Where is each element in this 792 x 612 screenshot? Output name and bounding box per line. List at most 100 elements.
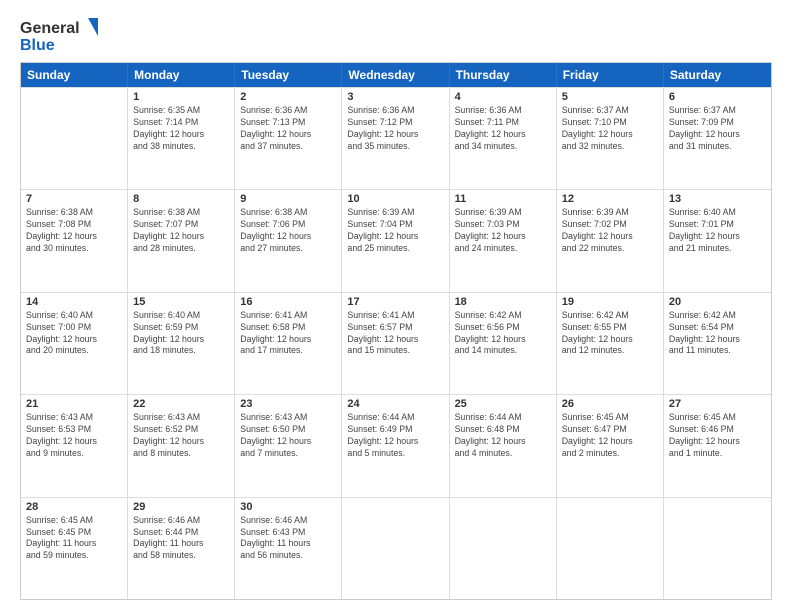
day-number: 19 (562, 296, 658, 308)
day-number: 2 (240, 91, 336, 103)
cell-line: Sunset: 7:09 PM (669, 117, 766, 129)
cell-line: and 4 minutes. (455, 448, 551, 460)
cell-line: Sunrise: 6:43 AM (26, 412, 122, 424)
calendar-cell: 8Sunrise: 6:38 AMSunset: 7:07 PMDaylight… (128, 190, 235, 291)
calendar-cell: 4 Sunrise: 6:36 AMSunset: 7:11 PMDaylight… (450, 88, 557, 189)
day-number: 22 (133, 398, 229, 410)
page: GeneralBlue SundayMondayTuesdayWednesday… (0, 0, 792, 612)
cell-line: Sunset: 7:08 PM (26, 219, 122, 231)
cell-line: Sunrise: 6:40 AM (26, 310, 122, 322)
day-header-tuesday: Tuesday (235, 63, 342, 87)
day-header-wednesday: Wednesday (342, 63, 449, 87)
cell-line: Sunset: 6:44 PM (133, 527, 229, 539)
cell-line: Sunset: 7:06 PM (240, 219, 336, 231)
day-header-thursday: Thursday (450, 63, 557, 87)
cell-line: Daylight: 12 hours (455, 231, 551, 243)
day-number: 25 (455, 398, 551, 410)
calendar-cell: 1Sunrise: 6:35 AMSunset: 7:14 PMDaylight… (128, 88, 235, 189)
cell-line: and 5 minutes. (347, 448, 443, 460)
cell-line: Daylight: 12 hours (455, 436, 551, 448)
cell-line: Sunrise: 6:39 AM (347, 207, 443, 219)
day-number: 1 (133, 91, 229, 103)
cell-line: Sunrise: 6:42 AM (562, 310, 658, 322)
cell-line: Sunset: 7:03 PM (455, 219, 551, 231)
cell-line: and 28 minutes. (133, 243, 229, 255)
cell-line: Daylight: 12 hours (562, 129, 658, 141)
cell-line: Daylight: 12 hours (455, 129, 551, 141)
cell-line: and 8 minutes. (133, 448, 229, 460)
cell-line: Sunrise: 6:45 AM (562, 412, 658, 424)
day-number: 17 (347, 296, 443, 308)
calendar-cell: 23Sunrise: 6:43 AMSunset: 6:50 PMDayligh… (235, 395, 342, 496)
cell-line: and 12 minutes. (562, 345, 658, 357)
cell-line: Sunrise: 6:45 AM (669, 412, 766, 424)
cell-line: Daylight: 12 hours (455, 334, 551, 346)
cell-line: Sunrise: 6:46 AM (133, 515, 229, 527)
calendar-cell: 16Sunrise: 6:41 AMSunset: 6:58 PMDayligh… (235, 293, 342, 394)
cell-line: Daylight: 12 hours (240, 436, 336, 448)
cell-line: Sunset: 7:04 PM (347, 219, 443, 231)
cell-line: Daylight: 12 hours (669, 129, 766, 141)
calendar-cell: 24Sunrise: 6:44 AMSunset: 6:49 PMDayligh… (342, 395, 449, 496)
cell-line: Sunset: 6:58 PM (240, 322, 336, 334)
calendar-cell: 17Sunrise: 6:41 AMSunset: 6:57 PMDayligh… (342, 293, 449, 394)
cell-line: Sunrise: 6:36 AM (347, 105, 443, 117)
day-number: 29 (133, 501, 229, 513)
day-number: 4 (455, 91, 551, 103)
day-number: 7 (26, 193, 122, 205)
day-number: 10 (347, 193, 443, 205)
cell-line: Sunset: 7:11 PM (455, 117, 551, 129)
cell-line: Sunrise: 6:38 AM (133, 207, 229, 219)
cell-line: Daylight: 12 hours (240, 334, 336, 346)
cell-line: Sunrise: 6:44 AM (347, 412, 443, 424)
cell-line: Daylight: 12 hours (133, 334, 229, 346)
cell-line: Daylight: 12 hours (669, 334, 766, 346)
day-number: 18 (455, 296, 551, 308)
cell-line: Sunset: 6:53 PM (26, 424, 122, 436)
day-number: 6 (669, 91, 766, 103)
cell-line: Sunrise: 6:37 AM (669, 105, 766, 117)
calendar-cell: 12Sunrise: 6:39 AMSunset: 7:02 PMDayligh… (557, 190, 664, 291)
day-number: 28 (26, 501, 122, 513)
cell-line: and 24 minutes. (455, 243, 551, 255)
cell-line: Sunrise: 6:36 AM (455, 105, 551, 117)
calendar-cell: 10 Sunrise: 6:39 AMSunset: 7:04 PMDayligh… (342, 190, 449, 291)
cell-line: Sunset: 7:07 PM (133, 219, 229, 231)
cell-line: and 34 minutes. (455, 141, 551, 153)
calendar-cell: 28Sunrise: 6:45 AMSunset: 6:45 PMDayligh… (21, 498, 128, 599)
cell-line: and 32 minutes. (562, 141, 658, 153)
day-number: 24 (347, 398, 443, 410)
calendar-cell: 14Sunrise: 6:40 AMSunset: 7:00 PMDayligh… (21, 293, 128, 394)
cell-line: Daylight: 12 hours (347, 231, 443, 243)
cell-line: Sunset: 6:43 PM (240, 527, 336, 539)
cell-line: Daylight: 11 hours (240, 538, 336, 550)
cell-line: Sunset: 6:46 PM (669, 424, 766, 436)
cell-line: and 37 minutes. (240, 141, 336, 153)
cell-line: Sunrise: 6:42 AM (455, 310, 551, 322)
cell-line: Sunrise: 6:45 AM (26, 515, 122, 527)
cell-line: and 56 minutes. (240, 550, 336, 562)
cell-line: Sunset: 7:14 PM (133, 117, 229, 129)
calendar-row-4: 21Sunrise: 6:43 AMSunset: 6:53 PMDayligh… (21, 394, 771, 496)
cell-line: Sunset: 6:56 PM (455, 322, 551, 334)
cell-line: Sunset: 6:57 PM (347, 322, 443, 334)
calendar-cell: 2Sunrise: 6:36 AMSunset: 7:13 PMDaylight… (235, 88, 342, 189)
calendar-row-3: 14Sunrise: 6:40 AMSunset: 7:00 PMDayligh… (21, 292, 771, 394)
calendar-cell (557, 498, 664, 599)
logo: GeneralBlue (20, 16, 100, 54)
cell-line: Sunrise: 6:41 AM (347, 310, 443, 322)
cell-line: and 18 minutes. (133, 345, 229, 357)
cell-line: and 15 minutes. (347, 345, 443, 357)
calendar-cell: 30Sunrise: 6:46 AMSunset: 6:43 PMDayligh… (235, 498, 342, 599)
day-number: 27 (669, 398, 766, 410)
calendar-cell: 18 Sunrise: 6:42 AMSunset: 6:56 PMDayligh… (450, 293, 557, 394)
day-number: 14 (26, 296, 122, 308)
cell-line: Daylight: 11 hours (133, 538, 229, 550)
day-number: 26 (562, 398, 658, 410)
cell-line: Daylight: 12 hours (26, 436, 122, 448)
cell-line: Daylight: 12 hours (562, 231, 658, 243)
calendar-cell (21, 88, 128, 189)
calendar: SundayMondayTuesdayWednesdayThursdayFrid… (20, 62, 772, 600)
calendar-cell (450, 498, 557, 599)
cell-line: Daylight: 12 hours (133, 129, 229, 141)
